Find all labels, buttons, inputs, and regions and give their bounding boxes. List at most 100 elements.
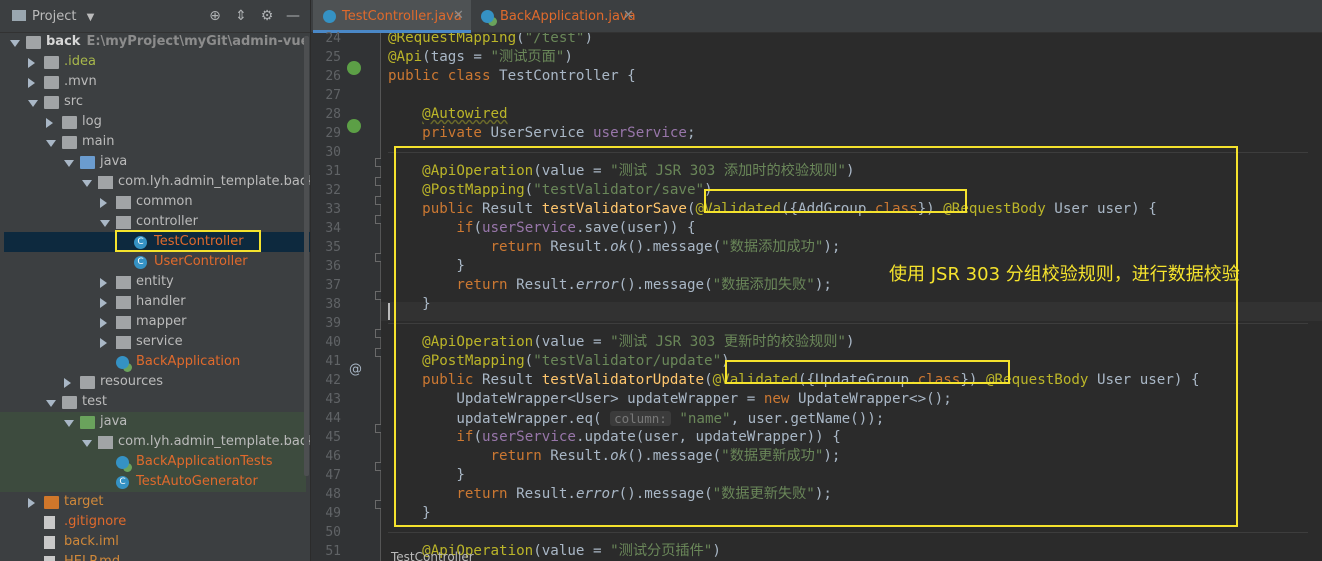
close-icon[interactable]: ✕	[453, 8, 464, 23]
tree-item-text: back	[46, 34, 81, 49]
project-scrollbar[interactable]	[304, 36, 309, 476]
chevron-right-icon[interactable]	[46, 118, 53, 128]
gear-icon[interactable]: ⚙	[256, 6, 278, 26]
tree-item-usercontroller[interactable]: C UserController	[0, 253, 310, 273]
line-number: 29	[325, 126, 341, 141]
collapse-all-icon[interactable]: ⇕	[230, 6, 252, 26]
tree-item-main[interactable]: main	[0, 133, 310, 153]
chevron-down-icon[interactable]	[100, 220, 110, 227]
tree-item-service[interactable]: service	[0, 333, 310, 353]
tree-item-text: com.lyh.admin_template.back	[118, 174, 310, 189]
chevron-right-icon[interactable]	[100, 338, 107, 348]
tree-item-backapplicationtests[interactable]: BackApplicationTests	[0, 453, 310, 473]
line-number: 47	[325, 468, 341, 483]
folder-icon	[44, 56, 59, 69]
chevron-down-icon[interactable]	[82, 440, 92, 447]
tab-label: TestController.java	[342, 9, 462, 24]
folder-icon	[80, 376, 95, 389]
chevron-right-icon[interactable]	[28, 58, 35, 68]
chevron-down-icon[interactable]	[82, 180, 92, 187]
line-number: 25	[325, 50, 341, 65]
tree-item-backapplication[interactable]: BackApplication	[0, 353, 310, 373]
tree-item-text: TestAutoGenerator	[136, 474, 258, 489]
chevron-down-icon[interactable]	[64, 420, 74, 427]
tree-item-entity[interactable]: entity	[0, 273, 310, 293]
tree-item-handler[interactable]: handler	[0, 293, 310, 313]
tree-item-text: log	[82, 114, 102, 129]
tree-item-mapper[interactable]: mapper	[0, 313, 310, 333]
project-view-selector[interactable]: Project ▼	[12, 9, 94, 24]
tree-item-help-md[interactable]: HELP.md	[0, 553, 310, 561]
breadcrumb-class[interactable]: TestController	[391, 550, 474, 561]
line-number: 40	[325, 335, 341, 350]
tree-item-com-lyh-admin-template-back[interactable]: com.lyh.admin_template.back	[0, 173, 310, 193]
tree-item-label: src	[64, 94, 83, 109]
method-separator	[388, 532, 1308, 533]
tree-item-test[interactable]: test	[0, 393, 310, 413]
tab-back-application[interactable]: BackApplication.java ✕	[471, 0, 641, 33]
code-line[interactable]: @Autowired	[388, 105, 507, 124]
tree-item-resources[interactable]: resources	[0, 373, 310, 393]
at-annotation-icon[interactable]: @	[349, 362, 362, 377]
chevron-right-icon[interactable]	[28, 78, 35, 88]
project-panel-header: Project ▼ ⊕ ⇕ ⚙ —	[0, 0, 310, 33]
tree-item-testautogenerator[interactable]: C TestAutoGenerator	[0, 473, 310, 493]
tree-item-label: HELP.md	[64, 554, 120, 561]
chevron-down-icon[interactable]	[46, 140, 56, 147]
tree-item-target[interactable]: target	[0, 493, 310, 513]
tree-item-text: .idea	[64, 54, 96, 69]
excluded-folder-icon	[44, 496, 59, 509]
package-icon	[98, 436, 113, 449]
autowired-navigate-icon[interactable]	[347, 119, 361, 133]
tree-item-java[interactable]: java	[0, 413, 310, 433]
close-icon[interactable]: ✕	[623, 8, 634, 23]
tree-item-com-lyh-admin-template-back[interactable]: com.lyh.admin_template.back	[0, 433, 310, 453]
tree-item-back-iml[interactable]: back.iml	[0, 533, 310, 553]
locate-target-icon[interactable]: ⊕	[204, 6, 226, 26]
chevron-down-icon[interactable]	[28, 100, 38, 107]
chevron-right-icon[interactable]	[100, 298, 107, 308]
tree-item-idea[interactable]: .idea	[0, 53, 310, 73]
project-folder-icon	[12, 10, 26, 21]
code-editor[interactable]: @RequestMapping("/test") @Api(tags = "测试页…	[381, 33, 1322, 561]
tree-item-mvn[interactable]: .mvn	[0, 73, 310, 93]
line-number: 34	[325, 221, 341, 236]
package-icon	[116, 336, 131, 349]
tree-item-label: controller	[136, 214, 198, 229]
line-number-gutter[interactable]: 24 25 26 27 28 29 30 31 32 33 34 35 36 37 38 39 40 41 42 43…	[311, 31, 384, 561]
tree-item-text: com.lyh.admin_template.back	[118, 434, 310, 449]
package-icon	[116, 196, 131, 209]
code-line[interactable]: @Api(tags = "测试页面")	[388, 48, 573, 67]
tab-test-controller[interactable]: TestController.java ✕	[313, 0, 471, 33]
spring-bean-icon[interactable]	[347, 61, 361, 75]
code-line[interactable]: @RequestMapping("/test")	[388, 33, 593, 48]
tree-item-back[interactable]: back E:\myProject\myGit\admin-vue-templat…	[0, 33, 310, 53]
file-icon	[44, 536, 55, 549]
chevron-right-icon[interactable]	[100, 198, 107, 208]
tree-item-src[interactable]: src	[0, 93, 310, 113]
chevron-down-icon[interactable]	[10, 40, 20, 47]
chevron-down-icon[interactable]	[64, 160, 74, 167]
tree-item-common[interactable]: common	[0, 193, 310, 213]
spring-class-icon	[481, 10, 494, 23]
tree-item-label: common	[136, 194, 193, 209]
chevron-right-icon[interactable]	[28, 498, 35, 508]
line-number: 46	[325, 449, 341, 464]
tree-item-log[interactable]: log	[0, 113, 310, 133]
code-line[interactable]: public class TestController {	[388, 67, 636, 86]
chevron-right-icon[interactable]	[100, 278, 107, 288]
chevron-right-icon[interactable]	[64, 378, 71, 388]
tree-item-text: resources	[100, 374, 164, 389]
tree-item-text: target	[64, 494, 104, 509]
chevron-down-icon[interactable]	[46, 400, 56, 407]
breadcrumb[interactable]: TestController	[381, 550, 1322, 561]
tree-item-gitignore[interactable]: .gitignore	[0, 513, 310, 533]
tree-item-label: back.iml	[64, 534, 119, 549]
chevron-right-icon[interactable]	[100, 318, 107, 328]
code-line[interactable]: private UserService userService;	[388, 124, 695, 143]
package-icon	[116, 216, 131, 229]
tree-item-text: controller	[136, 214, 199, 229]
tree-item-label: com.lyh.admin_template.back	[118, 174, 310, 189]
hide-panel-icon[interactable]: —	[282, 6, 304, 26]
tree-item-java[interactable]: java	[0, 153, 310, 173]
